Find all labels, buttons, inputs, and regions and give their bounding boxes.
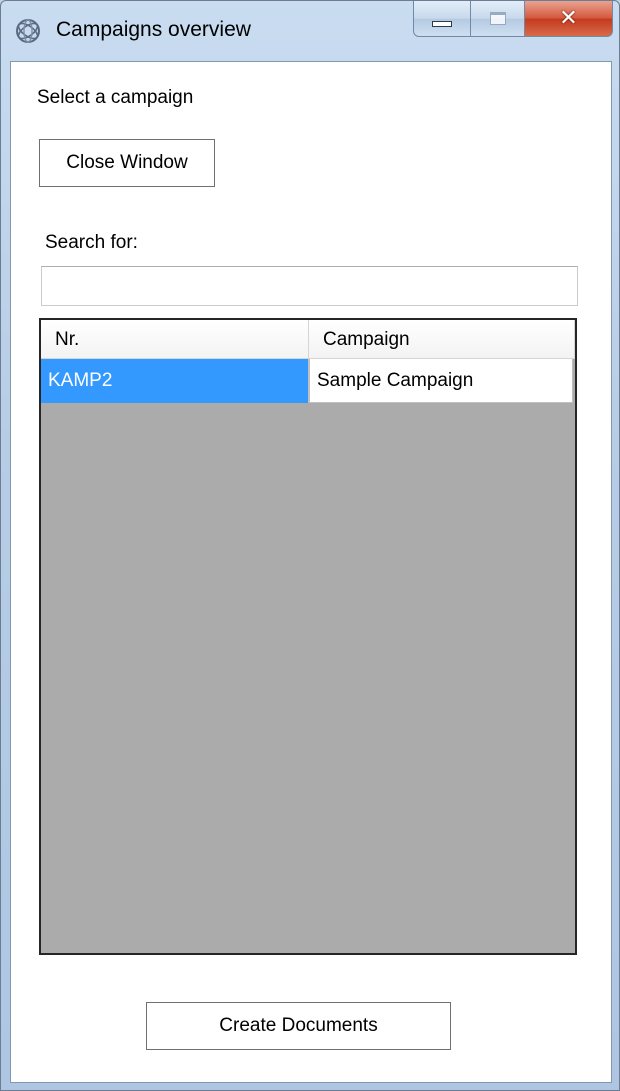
title-bar[interactable]: Campaigns overview ✕ <box>1 1 619 61</box>
maximize-button[interactable] <box>471 1 525 37</box>
cell-nr[interactable]: KAMP2 <box>41 359 309 403</box>
select-campaign-label: Select a campaign <box>37 87 194 108</box>
maximize-icon <box>489 12 506 25</box>
window-title: Campaigns overview <box>56 18 251 41</box>
column-header-nr[interactable]: Nr. <box>41 320 309 358</box>
close-icon: ✕ <box>559 5 578 31</box>
table-row[interactable]: KAMP2 Sample Campaign <box>41 359 575 403</box>
grid-header: Nr. Campaign <box>41 320 575 359</box>
cell-campaign[interactable]: Sample Campaign <box>309 359 573 403</box>
caption-buttons: ✕ <box>413 1 613 41</box>
minimize-button[interactable] <box>413 1 471 37</box>
campaigns-window: Campaigns overview ✕ Select a campaign C… <box>0 0 620 1091</box>
search-label: Search for: <box>45 232 138 253</box>
client-area: Select a campaign Close Window Search fo… <box>10 61 612 1083</box>
globe-app-icon <box>16 19 40 43</box>
close-window-titlebar-button[interactable]: ✕ <box>525 1 613 37</box>
close-window-button[interactable]: Close Window <box>39 139 215 187</box>
search-input[interactable] <box>41 266 578 306</box>
minimize-icon <box>432 20 452 27</box>
campaign-grid[interactable]: Nr. Campaign KAMP2 Sample Campaign <box>39 318 577 955</box>
column-header-campaign[interactable]: Campaign <box>309 320 575 358</box>
create-documents-button[interactable]: Create Documents <box>146 1002 451 1050</box>
